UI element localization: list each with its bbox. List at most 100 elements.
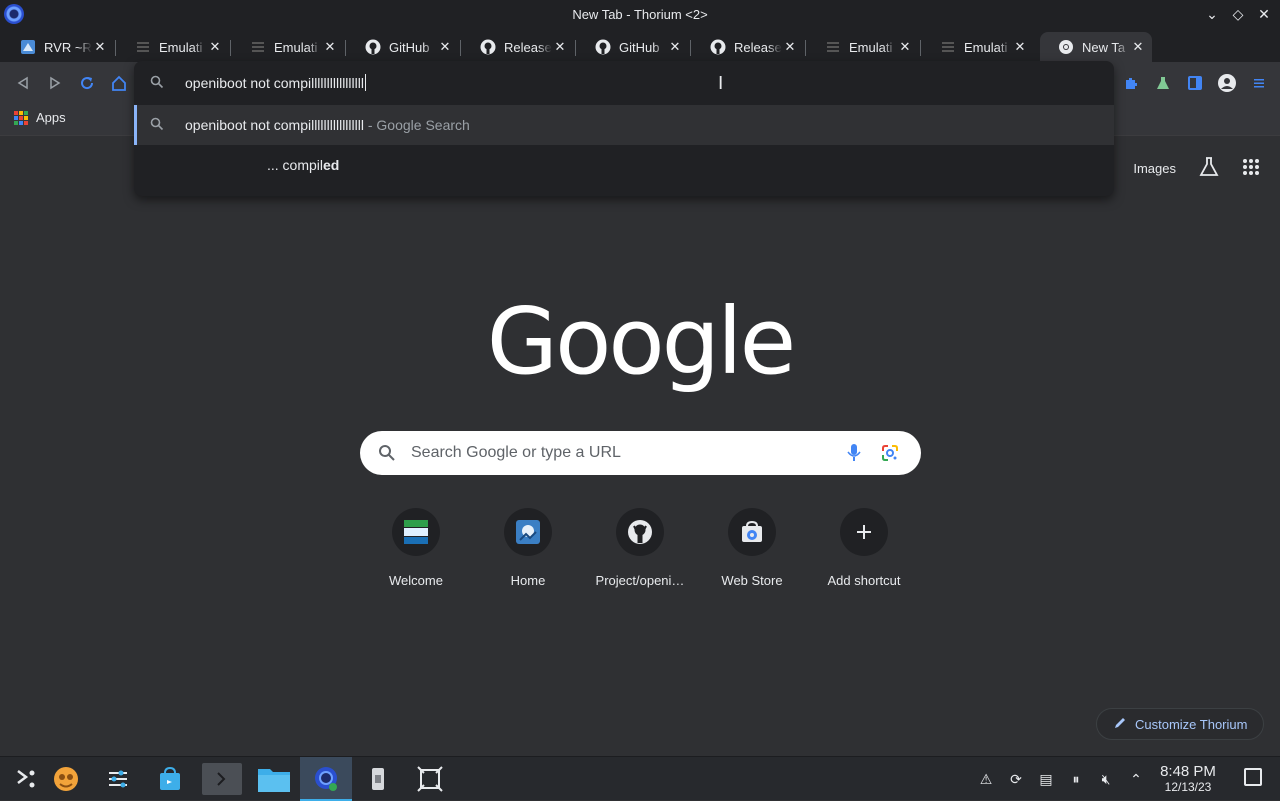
tab-emulation-3[interactable]: Emulati ✕ [807,32,921,62]
suggestion-suffix: - Google Search [363,117,470,133]
tab-release-2[interactable]: Release ✕ [692,32,806,62]
shortcut-tile[interactable]: Add shortcut [808,508,920,588]
game-app-icon[interactable] [40,757,92,801]
discover-store-icon[interactable] [144,757,196,801]
tab-close-icon[interactable]: ✕ [1012,39,1028,55]
tab-emulation-1[interactable]: Emulati ✕ [117,32,231,62]
apps-label: Apps [36,110,66,125]
thorium-app-icon[interactable] [4,4,24,24]
tab-close-icon[interactable]: ✕ [92,39,108,55]
tab-close-icon[interactable]: ✕ [667,39,683,55]
tab-close-icon[interactable]: ✕ [437,39,453,55]
usb-device-icon[interactable] [352,757,404,801]
web-store-icon [728,508,776,556]
mouse-ibeam-cursor-icon: I [718,73,724,94]
address-input-text[interactable]: openiboot not compilllllllllllllllll [185,74,366,91]
shortcut-tile[interactable]: Web Store [696,508,808,588]
close-window-icon[interactable]: ✕ [1256,4,1272,24]
chrome-icon [1058,39,1074,55]
volume-muted-icon[interactable]: 🔇︎ [1096,769,1116,789]
shortcut-tile[interactable]: Welcome [360,508,472,588]
plus-icon [840,508,888,556]
shortcut-tile[interactable]: Project/openi… [584,508,696,588]
images-link[interactable]: Images [1133,161,1176,176]
shortcut-tile[interactable]: Home [472,508,584,588]
tab-close-icon[interactable]: ✕ [782,39,798,55]
omnibox-dropdown: openiboot not compilllllllllllllllll I o… [134,61,1114,196]
profile-icon[interactable] [1216,72,1238,94]
home-site-icon [504,508,552,556]
search-icon [150,117,164,136]
taskbar: ⚠ ⟳ ▤ ⏸ 🔇︎ ⌃ 8:48 PM 12/13/23 [0,756,1280,801]
thorium-taskbar-icon[interactable] [300,757,352,801]
ntp-top-links: Images [1133,156,1260,181]
window-title: New Tab - Thorium <2> [572,6,708,22]
tab-strip: RVR ~Ri ✕ Emulati ✕ Emulati ✕ GitHub ✕ R… [0,28,1280,82]
github-icon [616,508,664,556]
show-desktop-icon[interactable] [1244,768,1262,786]
notifications-icon[interactable]: ⚠ [976,769,996,789]
tab-new-tab[interactable]: New Ta ✕ [1040,32,1152,62]
tab-release-1[interactable]: Release ✕ [462,32,576,62]
customize-button[interactable]: Customize Thorium [1096,708,1264,740]
google-logo: Google [486,288,796,395]
tab-rvr[interactable]: RVR ~Ri ✕ [2,32,116,62]
github-icon [365,39,381,55]
system-tray: ⚠ ⟳ ▤ ⏸ 🔇︎ ⌃ [976,757,1146,801]
tab-close-icon[interactable]: ✕ [552,39,568,55]
omnibox-suggestion[interactable]: openiboot not compilllllllllllllllll - G… [134,105,1114,145]
github-icon [595,39,611,55]
tab-close-icon[interactable]: ✕ [207,39,223,55]
extensions-puzzle-icon[interactable] [1120,72,1142,94]
emulation-favicon-icon [135,39,151,55]
search-icon [378,444,396,467]
github-icon [480,39,496,55]
back-icon[interactable] [12,72,34,94]
tab-close-icon[interactable]: ✕ [897,39,913,55]
tab-github-1[interactable]: GitHub ✕ [347,32,461,62]
rvr-favicon-icon [20,39,36,55]
side-panel-icon[interactable] [1184,72,1206,94]
updates-icon[interactable]: ⟳ [1006,769,1026,789]
media-pause-icon[interactable]: ⏸ [1066,769,1086,789]
emulation-favicon-icon [250,39,266,55]
tab-emulation-4[interactable]: Emulati ✕ [922,32,1034,62]
menu-icon[interactable] [1248,72,1270,94]
text-caret [364,74,366,91]
customize-label: Customize Thorium [1135,716,1248,732]
tab-close-icon[interactable]: ✕ [1130,39,1146,55]
google-apps-icon[interactable] [1242,158,1260,179]
forward-icon[interactable] [44,72,66,94]
omnibox-suggestion[interactable]: ... compiled [134,145,1114,185]
window-titlebar: New Tab - Thorium <2> ⌄ ◇ ✕ [0,0,1280,28]
tab-emulation-2[interactable]: Emulati ✕ [232,32,346,62]
clock[interactable]: 8:48 PM 12/13/23 [1150,763,1226,794]
clock-date: 12/13/23 [1164,780,1212,794]
file-manager-icon[interactable] [248,757,300,801]
welcome-icon [392,508,440,556]
github-icon [710,39,726,55]
overview-icon[interactable] [404,757,456,801]
tab-close-icon[interactable]: ✕ [322,39,338,55]
apps-bookmark[interactable]: Apps [14,110,66,125]
search-icon [150,75,164,94]
window-controls: ⌄ ◇ ✕ [1204,4,1272,24]
tray-expand-icon[interactable]: ⌃ [1126,769,1146,789]
google-lens-icon[interactable] [880,443,900,468]
home-icon[interactable] [108,72,130,94]
labs-icon[interactable] [1198,156,1220,181]
clipboard-icon[interactable]: ▤ [1036,769,1056,789]
address-bar[interactable]: openiboot not compilllllllllllllllll I [134,61,1114,105]
settings-sliders-icon[interactable] [92,757,144,801]
minimize-icon[interactable]: ⌄ [1204,4,1220,24]
terminal-icon[interactable] [196,757,248,801]
labs-flask-icon[interactable] [1152,72,1174,94]
maximize-icon[interactable]: ◇ [1230,4,1246,24]
tab-github-2[interactable]: GitHub ✕ [577,32,691,62]
apps-grid-icon [14,110,28,125]
voice-search-icon[interactable] [846,443,862,468]
reload-icon[interactable] [76,72,98,94]
ntp-search-box[interactable]: Search Google or type a URL [360,431,921,475]
extension-icons [1120,72,1270,94]
emulation-favicon-icon [825,39,841,55]
